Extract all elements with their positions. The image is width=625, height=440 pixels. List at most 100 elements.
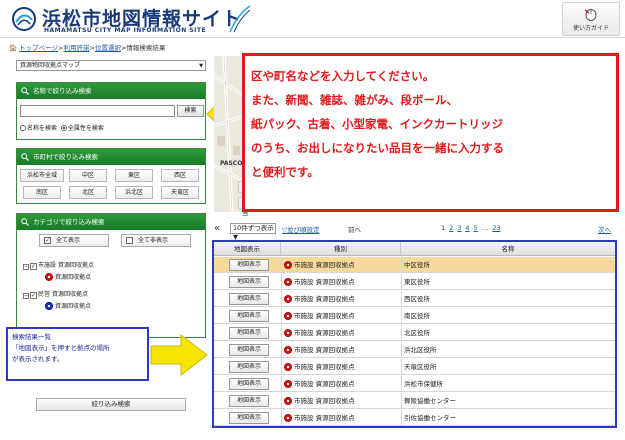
show-on-map-button[interactable]: 地図表示	[229, 412, 269, 424]
row-name: 浜北区役所	[404, 346, 437, 354]
row-kind-label: 市施設 資源回収拠点	[294, 329, 355, 337]
table-row[interactable]: 地図表示 市施設 資源回収拠点 引佐協働センター	[214, 410, 615, 426]
ward-button-hamakita[interactable]: 浜北区	[115, 186, 153, 199]
usage-guide-button[interactable]: 使い方ガイド	[562, 2, 620, 36]
ward-search-panel: 市町村で絞り込み検索 浜松市全域 中区 東区 西区 南区 北区 浜北区 天竜区	[16, 148, 206, 204]
table-row[interactable]: 地図表示 市施設 資源回収拠点 西区役所	[214, 291, 615, 307]
table-row[interactable]: 地図表示 市施設 資源回収拠点 東区役所	[214, 274, 615, 290]
breadcrumb-terms[interactable]: 利用許諾	[64, 44, 90, 52]
show-all-button[interactable]: ✓ 全て表示	[39, 234, 109, 247]
collapse-icon[interactable]: −	[23, 293, 29, 299]
red-pin-icon	[45, 273, 53, 281]
mouse-icon	[584, 9, 597, 21]
header-name: 名称	[501, 245, 515, 253]
input-hint-line4: のうち、お出しになりたい品目を一緒に入力する	[251, 141, 504, 155]
row-kind-label: 市施設 資源回収拠点	[294, 261, 355, 269]
ward-button-higashi[interactable]: 東区	[115, 169, 153, 182]
page-3[interactable]: 3	[457, 224, 461, 232]
row-divider	[401, 274, 402, 290]
per-page-value: 10件ずつ表示	[233, 224, 274, 232]
row-kind-label: 市施設 資源回収拠点	[294, 363, 355, 371]
hide-all-button[interactable]: 全て非表示	[121, 234, 191, 247]
page-23[interactable]: 23	[492, 224, 500, 232]
tree-group-private[interactable]: − ✓ 民営 資源回収拠点	[23, 289, 88, 299]
ward-search-heading: 市町村で絞り込み検索	[17, 149, 205, 165]
ward-button-tenryu[interactable]: 天竜区	[161, 186, 199, 199]
tree-item-city[interactable]: 資源回収拠点	[45, 272, 91, 281]
table-row[interactable]: 地図表示 市施設 資源回収拠点 天竜区役所	[214, 359, 615, 375]
red-pin-icon	[284, 346, 292, 354]
show-on-map-button[interactable]: 地図表示	[229, 276, 269, 288]
red-pin-icon	[284, 380, 292, 388]
breadcrumb-location[interactable]: 位置選択	[95, 44, 121, 52]
page-2[interactable]: 2	[449, 224, 453, 232]
table-row[interactable]: 地図表示 市施設 資源回収拠点 中区役所	[214, 257, 615, 273]
map-type-value: 資源物回収拠点マップ	[20, 62, 81, 69]
table-row[interactable]: 地図表示 市施設 資源回収拠点 舞阪協働センター	[214, 393, 615, 409]
show-on-map-button[interactable]: 地図表示	[229, 361, 269, 373]
name-search-heading-label: 名称で絞り込み検索	[33, 87, 92, 95]
per-page-select[interactable]: 10件ずつ表示 ▼	[230, 223, 276, 241]
table-row[interactable]: 地図表示 市施設 資源回収拠点 浜北区役所	[214, 342, 615, 358]
ward-button-kita[interactable]: 北区	[69, 186, 107, 199]
results-note-line3: が表示されます。	[12, 355, 64, 363]
checkbox-city[interactable]: ✓	[30, 263, 37, 270]
tree-group-city[interactable]: − ✓ 市施設 資源回収拠点	[23, 260, 94, 270]
table-row[interactable]: 地図表示 市施設 資源回収拠点 南区役所	[214, 308, 615, 324]
ward-button-all[interactable]: 浜松市全域	[20, 169, 64, 182]
ward-button-nishi[interactable]: 西区	[161, 169, 199, 182]
breadcrumb-current: 情報検索結果	[126, 44, 166, 52]
tree-item-private[interactable]: 資源回収拠点	[45, 301, 91, 310]
red-pin-icon	[284, 363, 292, 371]
row-kind: 市施設 資源回収拠点	[284, 274, 355, 290]
name-search-button[interactable]: 検索	[177, 105, 204, 117]
row-divider	[281, 376, 282, 392]
show-on-map-button[interactable]: 地図表示	[229, 344, 269, 356]
sort-settings-link[interactable]: ▽並び順設定	[282, 224, 320, 234]
ward-button-minami[interactable]: 南区	[23, 186, 61, 199]
ward-button-naka[interactable]: 中区	[69, 169, 107, 182]
show-on-map-button[interactable]: 地図表示	[229, 378, 269, 390]
row-name: 引佐協働センター	[404, 414, 456, 422]
results-note-line1: 検索結果一覧	[12, 333, 51, 341]
row-name: 北区役所	[404, 329, 430, 337]
collapse-icon[interactable]: −	[23, 264, 29, 270]
name-search-input[interactable]	[20, 105, 175, 117]
row-name: 東区役所	[404, 278, 430, 286]
show-on-map-button[interactable]: 地図表示	[229, 395, 269, 407]
show-on-map-button[interactable]: 地図表示	[229, 293, 269, 305]
ward-search-heading-label: 市町村で絞り込み検索	[33, 153, 98, 161]
check-icon: ✓	[44, 237, 51, 244]
page-5[interactable]: 5	[474, 224, 478, 232]
red-pin-icon	[284, 397, 292, 405]
row-divider	[401, 393, 402, 409]
show-on-map-button[interactable]: 地図表示	[229, 327, 269, 339]
next-page-link[interactable]: 次へ	[598, 224, 611, 234]
pasco-logo: PASCO	[220, 160, 243, 167]
prev-page-link[interactable]: 前へ	[348, 224, 361, 234]
red-pin-icon	[284, 261, 292, 269]
red-pin-icon	[284, 329, 292, 337]
table-row[interactable]: 地図表示 市施設 資源回収拠点 浜松市保健所	[214, 376, 615, 392]
collapse-panel-icon[interactable]: «	[214, 222, 220, 235]
checkbox-private[interactable]: ✓	[30, 292, 37, 299]
show-on-map-button[interactable]: 地図表示	[229, 259, 269, 271]
category-search-heading: カテゴリで絞り込み検索	[17, 214, 205, 230]
page-ellipsis: …	[481, 224, 489, 232]
narrow-search-button[interactable]: 絞り込み検索	[36, 398, 186, 411]
show-on-map-button[interactable]: 地図表示	[229, 310, 269, 322]
radio-name-label: 名称を検索	[27, 125, 58, 132]
page-1[interactable]: 1	[441, 224, 445, 232]
table-row[interactable]: 地図表示 市施設 資源回収拠点 北区役所	[214, 325, 615, 341]
site-subtitle: HAMAMATSU CITY MAP INFORMATION SITE	[44, 27, 207, 34]
row-kind-label: 市施設 資源回収拠点	[294, 414, 355, 422]
page-4[interactable]: 4	[465, 224, 469, 232]
row-name: 浜松市保健所	[404, 380, 443, 388]
radio-all-attributes[interactable]	[60, 125, 67, 131]
row-divider	[401, 410, 402, 426]
breadcrumb-top[interactable]: トップページ	[19, 44, 58, 52]
map-type-select[interactable]: 資源物回収拠点マップ ▼	[16, 60, 206, 71]
radio-name-only[interactable]	[20, 125, 26, 131]
search-icon	[21, 218, 29, 226]
results-pager: « 10件ずつ表示 ▼ ▽並び順設定 前へ 1 2 3 4 5… 23 次へ	[214, 222, 619, 241]
